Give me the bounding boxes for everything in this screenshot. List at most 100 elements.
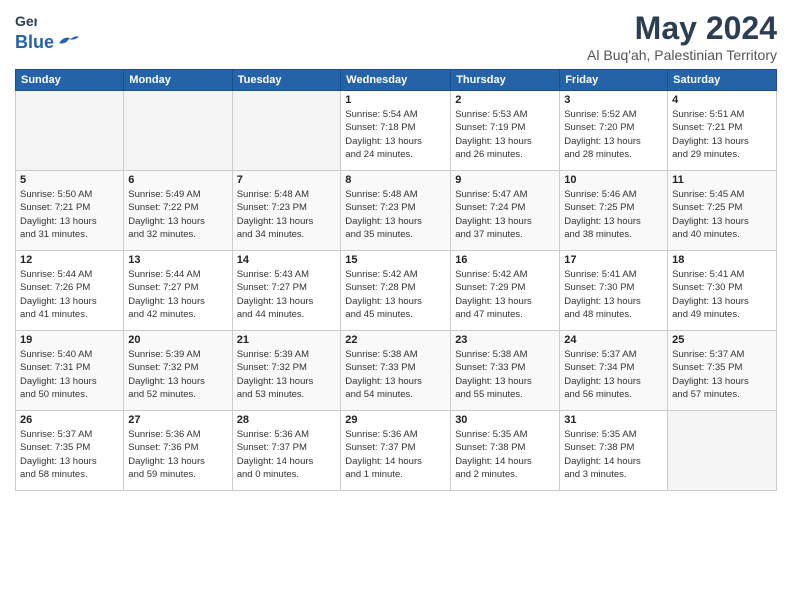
day-info-9: Sunrise: 5:47 AM Sunset: 7:24 PM Dayligh… [455, 188, 555, 241]
day-number-14: 14 [237, 254, 337, 266]
day-number-17: 17 [564, 254, 663, 266]
day-info-10: Sunrise: 5:46 AM Sunset: 7:25 PM Dayligh… [564, 188, 663, 241]
header-sunday: Sunday [16, 70, 124, 91]
logo-blue-text: Blue [15, 32, 54, 53]
day-number-29: 29 [345, 414, 446, 426]
day-number-26: 26 [20, 414, 119, 426]
day-info-2: Sunrise: 5:53 AM Sunset: 7:19 PM Dayligh… [455, 108, 555, 161]
cell-w3-d1: 20 Sunrise: 5:39 AM Sunset: 7:32 PM Dayli… [124, 331, 232, 411]
day-info-7: Sunrise: 5:48 AM Sunset: 7:23 PM Dayligh… [237, 188, 337, 241]
cell-w1-d1: 6Sunrise: 5:49 AM Sunset: 7:22 PM Daylig… [124, 171, 232, 251]
cell-w0-d4: 2 Sunrise: 5:53 AM Sunset: 7:19 PM Daylig… [451, 91, 560, 171]
day-number-24: 24 [564, 334, 663, 346]
cell-w3-d2: 21Sunrise: 5:39 AM Sunset: 7:32 PM Dayli… [232, 331, 341, 411]
day-info-27: Sunrise: 5:36 AM Sunset: 7:36 PM Dayligh… [128, 428, 227, 481]
week-row-2: 12Sunrise: 5:44 AM Sunset: 7:26 PM Dayli… [16, 251, 777, 331]
day-info-17: Sunrise: 5:41 AM Sunset: 7:30 PM Dayligh… [564, 268, 663, 321]
calendar-header-row: Sunday Monday Tuesday Wednesday Thursday… [16, 70, 777, 91]
day-info-26: Sunrise: 5:37 AM Sunset: 7:35 PM Dayligh… [20, 428, 119, 481]
day-info-23: Sunrise: 5:38 AM Sunset: 7:33 PM Dayligh… [455, 348, 555, 401]
day-info-14: Sunrise: 5:43 AM Sunset: 7:27 PM Dayligh… [237, 268, 337, 321]
cell-w1-d6: 11 Sunrise: 5:45 AM Sunset: 7:25 PM Dayli… [668, 171, 777, 251]
day-info-13: Sunrise: 5:44 AM Sunset: 7:27 PM Dayligh… [128, 268, 227, 321]
logo-bird-icon [57, 33, 81, 49]
header-monday: Monday [124, 70, 232, 91]
day-number-23: 23 [455, 334, 555, 346]
cell-w0-d5: 3 Sunrise: 5:52 AM Sunset: 7:20 PM Daylig… [560, 91, 668, 171]
cell-w0-d3: 1 Sunrise: 5:54 AM Sunset: 7:18 PM Daylig… [341, 91, 451, 171]
week-row-1: 5 Sunrise: 5:50 AM Sunset: 7:21 PM Daylig… [16, 171, 777, 251]
day-number-15: 15 [345, 254, 446, 266]
day-info-8: Sunrise: 5:48 AM Sunset: 7:23 PM Dayligh… [345, 188, 446, 241]
day-info-12: Sunrise: 5:44 AM Sunset: 7:26 PM Dayligh… [20, 268, 119, 321]
cell-w2-d3: 15 Sunrise: 5:42 AM Sunset: 7:28 PM Dayli… [341, 251, 451, 331]
week-row-0: 1 Sunrise: 5:54 AM Sunset: 7:18 PM Daylig… [16, 91, 777, 171]
day-info-15: Sunrise: 5:42 AM Sunset: 7:28 PM Dayligh… [345, 268, 446, 321]
day-info-31: Sunrise: 5:35 AM Sunset: 7:38 PM Dayligh… [564, 428, 663, 481]
cell-w0-d2 [232, 91, 341, 171]
day-number-3: 3 [564, 94, 663, 106]
day-number-19: 19 [20, 334, 119, 346]
day-info-6: Sunrise: 5:49 AM Sunset: 7:22 PM Dayligh… [128, 188, 227, 241]
day-info-28: Sunrise: 5:36 AM Sunset: 7:37 PM Dayligh… [237, 428, 337, 481]
day-info-29: Sunrise: 5:36 AM Sunset: 7:37 PM Dayligh… [345, 428, 446, 481]
cell-w1-d3: 8 Sunrise: 5:48 AM Sunset: 7:23 PM Daylig… [341, 171, 451, 251]
main-title: May 2024 [587, 10, 777, 47]
header-saturday: Saturday [668, 70, 777, 91]
day-number-5: 5 [20, 174, 119, 186]
header-thursday: Thursday [451, 70, 560, 91]
cell-w3-d0: 19 Sunrise: 5:40 AM Sunset: 7:31 PM Dayli… [16, 331, 124, 411]
svg-text:General: General [15, 13, 37, 29]
cell-w4-d4: 30Sunrise: 5:35 AM Sunset: 7:38 PM Dayli… [451, 411, 560, 491]
day-number-18: 18 [672, 254, 772, 266]
day-number-31: 31 [564, 414, 663, 426]
day-number-7: 7 [237, 174, 337, 186]
day-info-16: Sunrise: 5:42 AM Sunset: 7:29 PM Dayligh… [455, 268, 555, 321]
day-info-5: Sunrise: 5:50 AM Sunset: 7:21 PM Dayligh… [20, 188, 119, 241]
page: General Blue May 2024 Al Buq'ah, Palesti… [0, 0, 792, 612]
cell-w2-d5: 17 Sunrise: 5:41 AM Sunset: 7:30 PM Dayli… [560, 251, 668, 331]
cell-w1-d2: 7 Sunrise: 5:48 AM Sunset: 7:23 PM Daylig… [232, 171, 341, 251]
day-info-18: Sunrise: 5:41 AM Sunset: 7:30 PM Dayligh… [672, 268, 772, 321]
cell-w4-d2: 28 Sunrise: 5:36 AM Sunset: 7:37 PM Dayli… [232, 411, 341, 491]
week-row-3: 19 Sunrise: 5:40 AM Sunset: 7:31 PM Dayli… [16, 331, 777, 411]
cell-w2-d4: 16Sunrise: 5:42 AM Sunset: 7:29 PM Dayli… [451, 251, 560, 331]
calendar-table: Sunday Monday Tuesday Wednesday Thursday… [15, 69, 777, 491]
day-number-4: 4 [672, 94, 772, 106]
day-info-22: Sunrise: 5:38 AM Sunset: 7:33 PM Dayligh… [345, 348, 446, 401]
day-number-28: 28 [237, 414, 337, 426]
cell-w0-d6: 4 Sunrise: 5:51 AM Sunset: 7:21 PM Daylig… [668, 91, 777, 171]
subtitle: Al Buq'ah, Palestinian Territory [587, 47, 777, 63]
day-info-19: Sunrise: 5:40 AM Sunset: 7:31 PM Dayligh… [20, 348, 119, 401]
day-number-11: 11 [672, 174, 772, 186]
cell-w4-d1: 27Sunrise: 5:36 AM Sunset: 7:36 PM Dayli… [124, 411, 232, 491]
day-info-25: Sunrise: 5:37 AM Sunset: 7:35 PM Dayligh… [672, 348, 772, 401]
day-info-20: Sunrise: 5:39 AM Sunset: 7:32 PM Dayligh… [128, 348, 227, 401]
day-info-3: Sunrise: 5:52 AM Sunset: 7:20 PM Dayligh… [564, 108, 663, 161]
day-number-21: 21 [237, 334, 337, 346]
cell-w0-d1 [124, 91, 232, 171]
cell-w3-d6: 25 Sunrise: 5:37 AM Sunset: 7:35 PM Dayli… [668, 331, 777, 411]
cell-w3-d4: 23 Sunrise: 5:38 AM Sunset: 7:33 PM Dayli… [451, 331, 560, 411]
cell-w1-d0: 5 Sunrise: 5:50 AM Sunset: 7:21 PM Daylig… [16, 171, 124, 251]
day-number-25: 25 [672, 334, 772, 346]
header: General Blue May 2024 Al Buq'ah, Palesti… [15, 10, 777, 63]
cell-w1-d5: 10 Sunrise: 5:46 AM Sunset: 7:25 PM Dayli… [560, 171, 668, 251]
day-number-8: 8 [345, 174, 446, 186]
day-number-22: 22 [345, 334, 446, 346]
day-number-2: 2 [455, 94, 555, 106]
day-info-1: Sunrise: 5:54 AM Sunset: 7:18 PM Dayligh… [345, 108, 446, 161]
day-number-20: 20 [128, 334, 227, 346]
day-info-11: Sunrise: 5:45 AM Sunset: 7:25 PM Dayligh… [672, 188, 772, 241]
cell-w2-d1: 13Sunrise: 5:44 AM Sunset: 7:27 PM Dayli… [124, 251, 232, 331]
week-row-4: 26 Sunrise: 5:37 AM Sunset: 7:35 PM Dayli… [16, 411, 777, 491]
day-info-4: Sunrise: 5:51 AM Sunset: 7:21 PM Dayligh… [672, 108, 772, 161]
header-tuesday: Tuesday [232, 70, 341, 91]
day-number-10: 10 [564, 174, 663, 186]
header-friday: Friday [560, 70, 668, 91]
logo-icon: General [15, 10, 37, 32]
day-number-1: 1 [345, 94, 446, 106]
cell-w4-d6 [668, 411, 777, 491]
cell-w0-d0 [16, 91, 124, 171]
header-wednesday: Wednesday [341, 70, 451, 91]
